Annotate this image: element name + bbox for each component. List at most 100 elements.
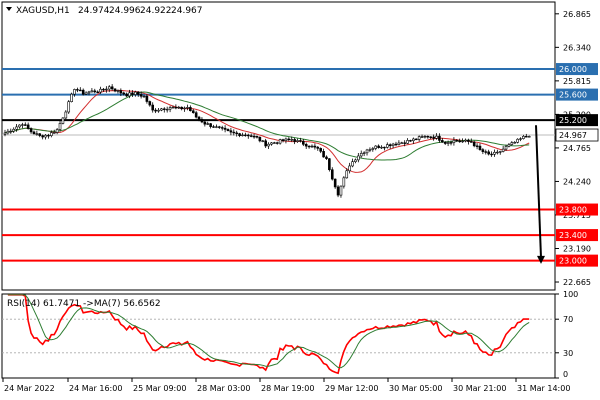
candle-body: [26, 124, 30, 129]
candle-body: [203, 121, 207, 125]
candle-body: [160, 108, 163, 111]
candle-body: [374, 145, 378, 149]
time-tick-label: 30 Mar 05:00: [389, 384, 442, 393]
candle-body: [406, 140, 409, 144]
candle-body: [244, 134, 247, 137]
level-tag-label: 25.600: [559, 91, 587, 100]
candle-body: [354, 159, 357, 162]
candle-body: [273, 142, 276, 144]
candle-body: [139, 94, 143, 97]
candle-body: [64, 111, 68, 119]
candle-body: [102, 88, 105, 91]
candle-body: [345, 170, 349, 179]
candle-body: [461, 140, 464, 143]
candle-body: [414, 138, 418, 141]
candle-body: [21, 124, 24, 126]
candle-body: [522, 136, 525, 139]
candle-body: [302, 140, 305, 145]
rsi-tick-label: 70: [563, 315, 573, 324]
price-tick-label: 26.865: [563, 10, 591, 19]
candle-body: [435, 135, 438, 139]
candle-body: [380, 146, 383, 149]
candle-body: [371, 148, 375, 150]
rsi-tick-label: 0: [563, 370, 568, 379]
candle-body: [174, 106, 178, 109]
candle-body: [397, 142, 401, 145]
candle-body: [58, 123, 62, 130]
candle-body: [235, 132, 238, 134]
candle-body: [429, 136, 433, 138]
candle-body: [122, 92, 126, 95]
candle-body: [261, 140, 265, 142]
candle-body: [165, 108, 169, 111]
candle-body: [171, 106, 175, 109]
candle-body: [478, 145, 482, 150]
candle-body: [38, 133, 42, 136]
candle-body: [296, 140, 299, 142]
candle-body: [328, 158, 331, 171]
candle-body: [162, 108, 166, 110]
time-tick-label: 30 Mar 21:00: [453, 384, 506, 393]
candle-body: [67, 101, 71, 113]
candle-body: [330, 169, 334, 180]
candle-body: [223, 127, 227, 130]
candle-body: [426, 135, 430, 138]
level-tag-label: 26.000: [559, 65, 587, 74]
candle-body: [197, 116, 201, 120]
candle-body: [131, 92, 134, 95]
candle-body: [218, 126, 221, 128]
candle-body: [81, 89, 85, 95]
level-tag-label: 23.400: [559, 231, 587, 240]
candle-body: [383, 146, 386, 149]
candle-body: [316, 146, 320, 149]
candle-body: [189, 107, 192, 112]
candle-body: [452, 139, 456, 144]
price-tick-label: 23.190: [563, 244, 591, 253]
candle-body: [116, 90, 120, 92]
candle-body: [493, 151, 496, 155]
candle-body: [113, 88, 117, 92]
candle-body: [446, 142, 450, 144]
candle-body: [299, 140, 302, 142]
price-tick-label: 22.665: [563, 278, 591, 287]
candle-body: [93, 90, 97, 93]
level-tag-label: 23.000: [559, 257, 587, 266]
candle-body: [270, 142, 273, 145]
candle-body: [339, 185, 343, 196]
candle-body: [467, 139, 470, 142]
candle-body: [507, 144, 511, 147]
candle-body: [275, 142, 279, 144]
candle-body: [469, 141, 473, 143]
trading-chart: 26.86526.34025.81525.29024.76524.24023.7…: [0, 0, 600, 400]
candle-body: [168, 107, 172, 110]
candle-body: [70, 93, 73, 103]
candle-body: [44, 134, 47, 138]
ohlc-open: 24.974: [78, 6, 110, 16]
candle-body: [368, 149, 372, 151]
chart-title: XAGUSD,H1 24.974 24.996 24.922 24.967: [6, 6, 203, 16]
candle-body: [322, 151, 325, 158]
candle-body: [110, 86, 114, 90]
candle-body: [249, 135, 253, 137]
candle-body: [400, 142, 404, 144]
candle-body: [359, 153, 363, 157]
candle-body: [241, 134, 244, 137]
price-tick-label: 26.340: [563, 43, 591, 52]
candle-body: [388, 144, 392, 147]
time-tick-label: 28 Mar 19:00: [261, 384, 314, 393]
candle-body: [6, 130, 10, 134]
candle-body: [107, 86, 111, 90]
candle-body: [496, 151, 499, 154]
candle-body: [443, 141, 447, 144]
candle-body: [357, 155, 360, 161]
time-tick-label: 31 Mar 14:00: [517, 384, 570, 393]
candle-body: [84, 92, 88, 95]
time-tick-label: 28 Mar 03:00: [197, 384, 250, 393]
candle-body: [142, 95, 146, 98]
candle-body: [348, 165, 351, 172]
candle-body: [238, 133, 241, 137]
candle-body: [510, 142, 514, 145]
candle-body: [472, 141, 476, 147]
candle-body: [258, 136, 262, 142]
candle-body: [290, 139, 294, 141]
